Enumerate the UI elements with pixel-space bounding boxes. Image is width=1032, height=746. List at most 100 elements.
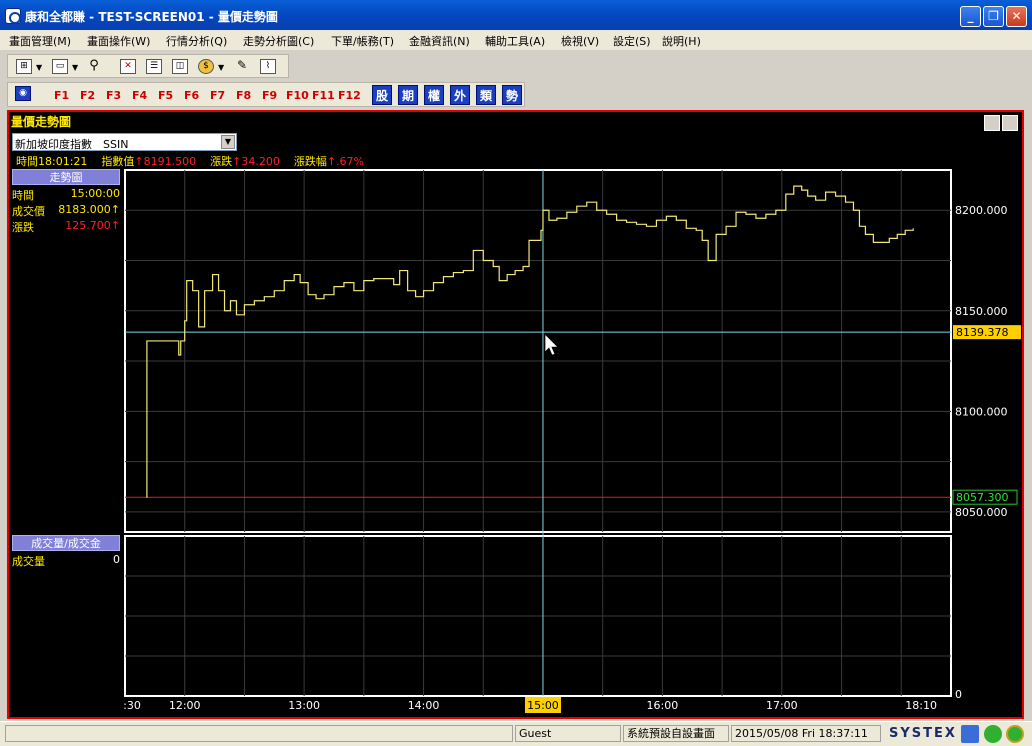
systex-logo: SYSTEX [889,726,957,741]
close-window-icon[interactable]: ✕ [120,59,136,74]
time-label: 時間 [16,155,38,168]
chart-window-icon[interactable]: ⌇ [260,59,276,74]
volume-panel-head: 成交量/成交金 [12,535,120,551]
toolbar-function-keys: ◉ F1 F2 F3 F4 F5 F6 F7 F8 F9 F10 F11 F12… [7,82,525,107]
price-chart[interactable]: 8200.000 8150.000 8100.000 8050.000 0 11:30 12… [123,168,1023,718]
fkey-f4[interactable]: F4 [132,89,147,102]
close-button[interactable]: ✕ [1006,6,1027,27]
chevron-down-icon[interactable]: ▼ [36,63,42,72]
volume-axis-label: 0 [955,688,962,701]
row-label: 時間 [12,189,34,202]
tile-icon[interactable]: ☰ [146,59,162,74]
stock-button[interactable]: 股 [372,85,392,105]
change-value: ↑34.200 [232,155,280,168]
category-button[interactable]: 類 [476,85,496,105]
panel-title: 量價走勢圖 [11,115,72,129]
row-value: 125.700↑ [65,219,120,232]
fkey-f7[interactable]: F7 [210,89,225,102]
maximize-button[interactable]: ❐ [983,6,1004,27]
pct-label: 漲跌幅 [293,155,327,168]
price-plot-frame [124,169,952,533]
row-value: 15:00:00 [70,187,120,200]
fkey-f12[interactable]: F12 [338,89,361,102]
x-tick-label: 18:10 [905,699,937,712]
logo-icon[interactable]: ◉ [15,86,31,101]
cursor-price-label: 8139.378 [956,326,1009,339]
row-label: 成交價 [12,205,45,218]
fkey-f6[interactable]: F6 [184,89,199,102]
fkey-f3[interactable]: F3 [106,89,121,102]
monitor-icon[interactable]: ▭ [52,59,68,74]
index-value: ↑8191.500 [134,155,197,168]
menu-item-tools[interactable]: 輔助工具(A) [485,33,545,49]
fkey-f10[interactable]: F10 [286,89,309,102]
title-bar: 康和全都賺 - TEST-SCREEN01 - 量價走勢圖 _ ❐ ✕ [0,0,1032,30]
status-bar: Guest 系統預設自設畫面 2015/05/08 Fri 18:37:11 S… [0,721,1032,746]
menu-item-view[interactable]: 檢視(V) [561,33,599,49]
coin-icon[interactable]: $ [198,59,214,74]
trend-row-price: 成交價 8183.000↑ [12,202,120,218]
y-tick-label: 8100.000 [955,405,1008,418]
chart-panel: 量價走勢圖 新加坡印度指數 SSIN ▼ 時間18:01:21 指數值↑8191… [7,110,1024,719]
zoom-icon[interactable] [984,115,1000,131]
menu-item-trend-chart[interactable]: 走勢分析圖(C) [243,33,314,49]
menu-bar: 畫面管理(M) 畫面操作(W) 行情分析(Q) 走勢分析圖(C) 下單/帳務(T… [0,30,1032,50]
row-label: 漲跌 [12,221,34,234]
status-datetime: 2015/05/08 Fri 18:37:11 [731,725,881,742]
mouse-cursor-icon [544,333,559,356]
chevron-down-icon[interactable]: ▼ [218,63,224,72]
toolbar-main: ⊞ ▼ ▭ ▼ ⚲ ✕ ☰ ◫ $ ▼ ✎ ⌇ [7,54,289,78]
window-title: 康和全都賺 - TEST-SCREEN01 - 量價走勢圖 [25,10,278,24]
symbol-select[interactable]: 新加坡印度指數 SSIN ▼ [12,133,237,151]
fkey-f8[interactable]: F8 [236,89,251,102]
y-tick-label: 8050.000 [955,506,1008,519]
index-label: 指數值 [101,155,135,168]
foreign-button[interactable]: 外 [450,85,470,105]
row-value: 0 [113,553,120,566]
futures-button[interactable]: 期 [398,85,418,105]
app-icon [5,8,21,24]
x-tick-label: 17:00 [766,699,798,712]
menu-item-settings[interactable]: 設定(S) [613,33,651,49]
y-tick-label: 8200.000 [955,204,1008,217]
fkey-f2[interactable]: F2 [80,89,95,102]
x-tick-label: 14:00 [408,699,440,712]
status-layout: 系統預設自設畫面 [623,725,729,742]
network-icon [961,725,979,743]
menu-item-quote-analysis[interactable]: 行情分析(Q) [166,33,227,49]
trend-panel-head: 走勢圖 [12,169,120,185]
menu-item-screen-operate[interactable]: 畫面操作(W) [87,33,150,49]
screen-icon[interactable]: ⊞ [16,59,32,74]
fkey-f1[interactable]: F1 [54,89,69,102]
menu-item-order-account[interactable]: 下單/帳務(T) [331,33,394,49]
volume-row: 成交量 0 [12,552,120,568]
fkey-f5[interactable]: F5 [158,89,173,102]
row-label: 成交量 [12,555,45,568]
fkey-f11[interactable]: F11 [312,89,335,102]
pen-icon[interactable]: ✎ [234,59,250,74]
y-tick-label: 8150.000 [955,305,1008,318]
trend-row-time: 時間 15:00:00 [12,186,120,202]
reference-price-label: 8057.300 [956,491,1009,504]
chevron-down-icon[interactable]: ▼ [221,135,235,149]
chevron-down-icon[interactable]: ▼ [72,63,78,72]
options-button[interactable]: 權 [424,85,444,105]
trend-button[interactable]: 勢 [502,85,522,105]
server-icon [1006,725,1024,743]
time-value: 18:01:21 [38,155,88,168]
search-icon[interactable]: ⚲ [86,59,102,74]
menu-item-screen-manage[interactable]: 畫面管理(M) [9,33,71,49]
change-label: 漲跌 [210,155,233,168]
status-user: Guest [515,725,621,742]
pct-value: ↑.67% [326,155,364,168]
settings-icon[interactable] [1002,115,1018,131]
x-tick-label: 15:00 [527,699,559,712]
split-icon[interactable]: ◫ [172,59,188,74]
panel-icons [982,115,1018,134]
menu-item-finance-info[interactable]: 金融資訊(N) [409,33,470,49]
menu-item-help[interactable]: 說明(H) [662,33,701,49]
fkey-f9[interactable]: F9 [262,89,277,102]
trend-row-change: 漲跌 125.700↑ [12,218,120,234]
minimize-button[interactable]: _ [960,6,981,27]
connection-icon [984,725,1002,743]
